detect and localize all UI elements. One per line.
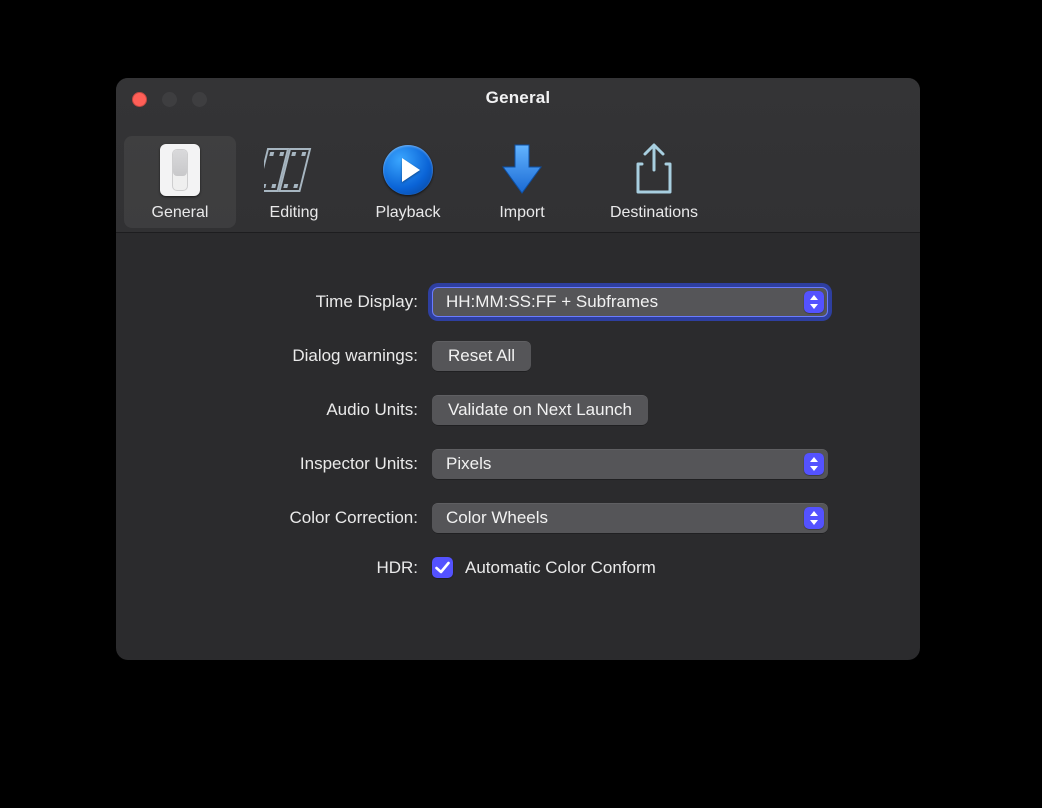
label-dialog-warnings: Dialog warnings: <box>116 346 418 366</box>
preferences-window: General General <box>116 78 920 660</box>
tab-label: Playback <box>376 204 441 222</box>
row-hdr: HDR: Automatic Color Conform <box>116 557 880 578</box>
label-audio-units: Audio Units: <box>116 400 418 420</box>
tab-playback[interactable]: Playback <box>352 136 464 228</box>
color-correction-popup[interactable]: Color Wheels <box>432 503 828 533</box>
row-inspector-units: Inspector Units: Pixels <box>116 449 880 479</box>
filmstrip-icon <box>264 142 324 198</box>
inspector-units-value: Pixels <box>446 454 491 474</box>
validate-next-launch-button[interactable]: Validate on Next Launch <box>432 395 648 425</box>
label-color-correction: Color Correction: <box>116 508 418 528</box>
label-inspector-units: Inspector Units: <box>116 454 418 474</box>
row-dialog-warnings: Dialog warnings: Reset All <box>116 341 880 371</box>
hdr-checkbox-label: Automatic Color Conform <box>465 558 656 578</box>
general-form: Time Display: HH:MM:SS:FF + Subframes Di… <box>116 233 920 578</box>
general-icon <box>160 142 200 198</box>
play-icon <box>383 142 433 198</box>
tab-editing[interactable]: Editing <box>238 136 350 228</box>
tab-label: Destinations <box>610 204 698 222</box>
window-title: General <box>116 88 920 108</box>
row-audio-units: Audio Units: Validate on Next Launch <box>116 395 880 425</box>
tab-label: Editing <box>270 204 319 222</box>
titlebar: General General <box>116 78 920 233</box>
popup-stepper-icon <box>804 291 824 313</box>
label-time-display: Time Display: <box>116 292 418 312</box>
popup-stepper-icon <box>804 507 824 529</box>
popup-stepper-icon <box>804 453 824 475</box>
color-correction-value: Color Wheels <box>446 508 548 528</box>
tab-label: General <box>152 204 209 222</box>
row-time-display: Time Display: HH:MM:SS:FF + Subframes <box>116 287 880 317</box>
download-arrow-icon <box>499 142 545 198</box>
tab-destinations[interactable]: Destinations <box>580 136 728 228</box>
tab-general[interactable]: General <box>124 136 236 228</box>
time-display-value: HH:MM:SS:FF + Subframes <box>446 292 658 312</box>
row-color-correction: Color Correction: Color Wheels <box>116 503 880 533</box>
reset-all-button-label: Reset All <box>448 346 515 366</box>
preferences-toolbar: General <box>124 118 912 232</box>
inspector-units-popup[interactable]: Pixels <box>432 449 828 479</box>
tab-label: Import <box>499 204 544 222</box>
share-icon <box>631 142 677 198</box>
tab-import[interactable]: Import <box>466 136 578 228</box>
hdr-checkbox[interactable] <box>432 557 453 578</box>
reset-all-button[interactable]: Reset All <box>432 341 531 371</box>
time-display-popup[interactable]: HH:MM:SS:FF + Subframes <box>432 287 828 317</box>
label-hdr: HDR: <box>116 558 418 578</box>
checkmark-icon <box>432 557 453 578</box>
validate-next-launch-button-label: Validate on Next Launch <box>448 400 632 420</box>
